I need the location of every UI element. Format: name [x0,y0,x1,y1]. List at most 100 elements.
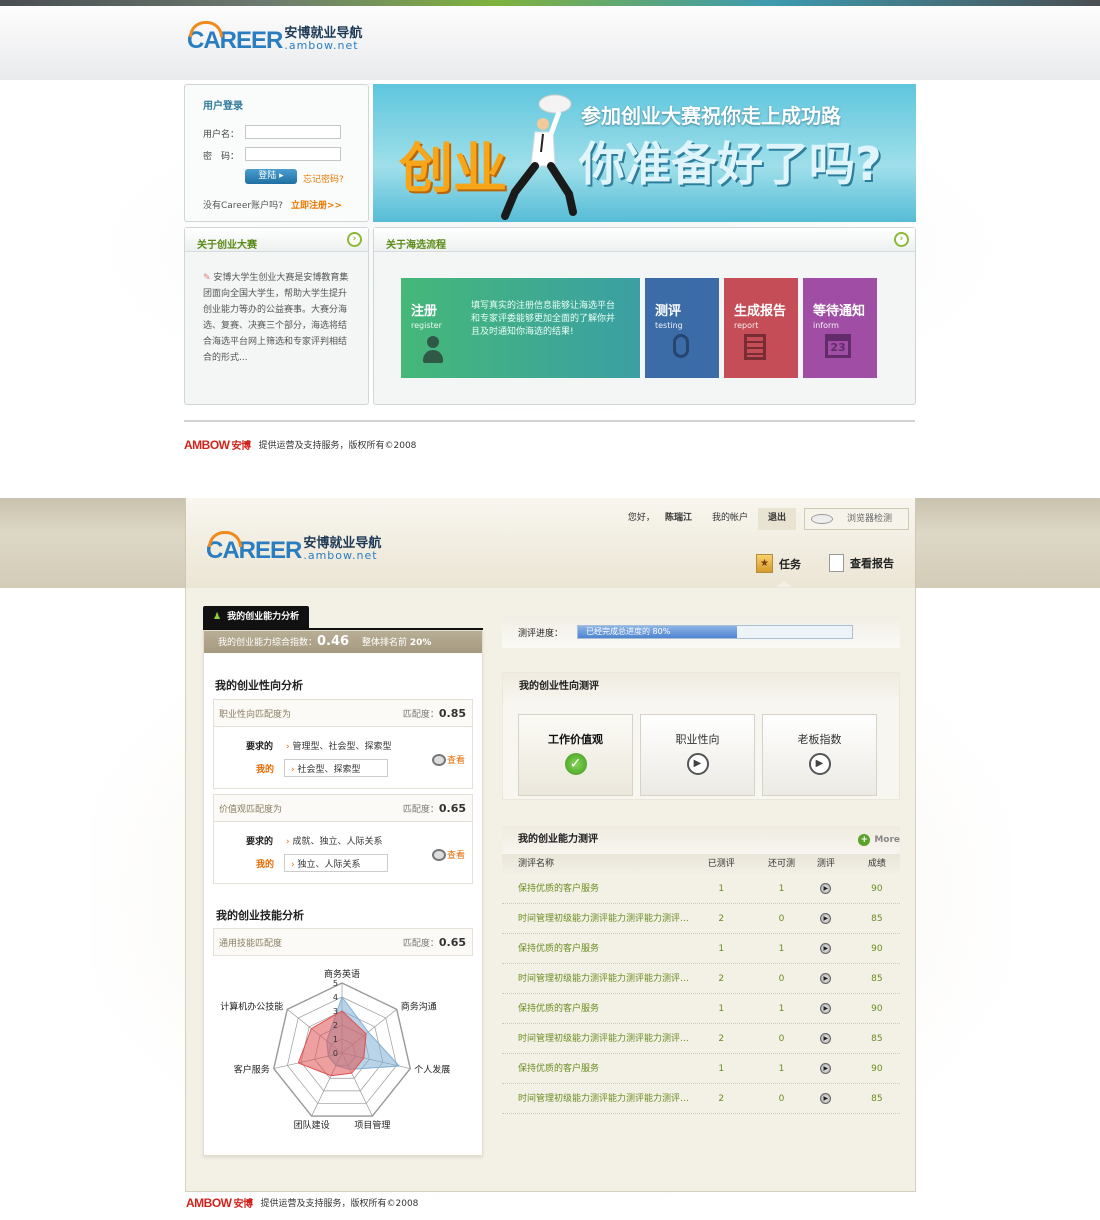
about-contest-body: ✎ 安博大学生创业大赛是安博教育集团面向全国大学生，帮助大学生提升创业能力等办的… [203,273,349,363]
values-block: 价值观匹配度为 匹配度：0.65 要求的 › 成就、独立、人际关系 我的 › 独立… [213,794,473,884]
banner-headline: 参加创业大赛祝你走上成功路 [581,104,841,128]
skill-radar-chart: 0 1 2 3 4 5商务英语商务沟通个人发展项目管理 团队建设 客户服务 计算机办公技能 [220,968,450,1131]
test-name[interactable]: 时间管理初级能力测评能力测评能力测评习惯... [502,904,693,933]
step-register[interactable]: 注册 register 填写真实的注册信息能够让海选平台和专家评委能够更加全面的… [401,278,640,378]
nav-task-tab[interactable]: ★ 任务 [756,554,801,573]
test-name[interactable]: 保持优质的客户服务 [502,934,693,963]
score: 85 [871,1094,883,1104]
remaining-count: 0 [778,974,785,984]
radar-category-label: 计算机办公技能 [220,1000,283,1012]
test-name[interactable]: 时间管理初级能力测评能力测评能力测评习惯... [502,964,693,993]
register-now-link[interactable]: 立即注册>> [291,198,342,211]
skill-analysis-title: 我的创业技能分析 [216,909,304,922]
table-row[interactable]: 保持优质的客户服务 1 1 ▶ 90 [502,1054,900,1084]
score: 90 [871,1004,883,1014]
user-icon [423,336,443,366]
table-row[interactable]: 时间管理初级能力测评能力测评能力测评习惯... 2 0 ▶ 85 [502,1084,900,1114]
orientation-analysis-title: 我的创业性向分析 [215,679,303,692]
view-button[interactable]: 查看 [432,848,465,861]
table-row[interactable]: 时间管理初级能力测评能力测评能力测评习惯... 2 0 ▶ 85 [502,964,900,994]
analysis-card: 我的创业能力综合指数：0.46 整体排名前 20% 我的创业性向分析 职业性向匹… [203,630,483,1156]
my-account-link[interactable]: 我的帐户 [702,508,758,530]
username-input[interactable] [245,125,341,139]
overall-score-bar: 我的创业能力综合指数：0.46 整体排名前 20% [204,631,482,653]
start-test-icon[interactable]: ▶ [820,973,832,984]
test-career-orientation[interactable]: 职业性向 ▶ [640,714,755,796]
step-report[interactable]: 生成报告 report [724,278,798,378]
table-row[interactable]: 时间管理初级能力测评能力测评能力测评习惯... 2 0 ▶ 85 [502,904,900,934]
contest-banner[interactable]: 参加创业大赛祝你走上成功路 创业 你准备好了吗? [373,84,916,222]
dashboard-logo-mark: CAREER [206,531,302,563]
tested-count: 1 [718,944,725,954]
tested-count: 2 [718,974,725,984]
start-test-icon[interactable]: ▶ [820,943,832,954]
about-contest-panel: 关于创业大赛 › ✎ 安博大学生创业大赛是安博教育集团面向全国大学生，帮助大学生提… [184,227,369,405]
password-label: 密 码： [203,152,240,162]
career-logo[interactable]: CAREER 安博就业导航 .ambow.net [187,21,362,53]
test-boss-index[interactable]: 老板指数 ▶ [762,714,877,796]
password-input[interactable] [245,147,341,161]
start-test-icon[interactable]: ▶ [820,883,832,894]
top-header [0,6,1100,80]
analysis-tab[interactable]: ♟ 我的创业能力分析 [203,606,310,628]
ability-table-header: 测评名称 已测评 还可测 测评 成绩 [502,854,900,874]
process-more-arrow-icon[interactable]: › [894,232,909,247]
score: 85 [871,1034,883,1044]
bottom-footer: AMBOW 安博 提供运营及支持服务，版权所有©2008 [186,1195,418,1210]
required-types: › 管理型、社会型、探索型 [286,742,392,752]
login-title: 用户登录 [203,101,243,112]
step-testing[interactable]: 测评 testing [645,278,719,378]
radar-tick-label: 1 [333,1035,338,1044]
test-name[interactable]: 保持优质的客户服务 [502,1054,693,1083]
start-test-icon[interactable]: ▶ [820,1093,832,1104]
browser-check-button[interactable]: 浏览器检测 [803,508,909,530]
start-test-icon[interactable]: ▶ [820,1063,832,1074]
test-name[interactable]: 时间管理初级能力测评能力测评能力测评习惯... [502,1024,693,1053]
test-name[interactable]: 时间管理初级能力测评能力测评能力测评习惯... [502,1084,693,1113]
score: 90 [871,1064,883,1074]
about-more-arrow-icon[interactable]: › [347,232,362,247]
process-panel: 关于海选流程 › 注册 register 填写真实的注册信息能够让海选平台和专家评… [373,227,916,405]
test-name[interactable]: 保持优质的客户服务 [502,874,693,903]
test-name[interactable]: 保持优质的客户服务 [502,994,693,1023]
magnifier-icon [432,848,446,861]
assessment-progress: 测评进度： 已经完成总进度的 80% [502,616,900,648]
remaining-count: 0 [778,1094,785,1104]
login-button[interactable]: 登陆 ▸ [245,169,297,184]
match-row: 职业性向匹配度为 匹配度：0.85 [213,699,473,727]
step-inform[interactable]: 等待通知 inform 23 [803,278,877,378]
dashboard-career-logo[interactable]: CAREER 安博就业导航 .ambow.net [206,531,381,563]
user-bar: 您好， 陈瑞江 我的帐户 退出 浏览器检测 [608,508,909,530]
process-steps: 注册 register 填写真实的注册信息能够让海选平台和专家评委能够更加全面的… [401,278,877,378]
ability-test-title: 我的创业能力测评 + More [502,826,900,854]
no-account-text: 没有Career账户吗? [203,201,283,211]
table-row[interactable]: 保持优质的客户服务 1 1 ▶ 90 [502,874,900,904]
dashboard-header: 您好， 陈瑞江 我的帐户 退出 浏览器检测 CAREER 安博就业导航 .ambo… [185,498,916,588]
test-work-values[interactable]: 工作价值观 ✓ [518,714,633,796]
nav-report-tab[interactable]: 查看报告 [829,554,894,572]
radar-category-label: 项目管理 [354,1119,390,1131]
ambow-logo: AMBOW 安博 [186,1196,253,1210]
logout-button[interactable]: 退出 [757,508,796,530]
jumping-man-figure [501,94,577,220]
table-row[interactable]: 时间管理初级能力测评能力测评能力测评习惯... 2 0 ▶ 85 [502,1024,900,1054]
score: 85 [871,914,883,924]
start-test-icon[interactable]: ▶ [820,1033,832,1044]
active-tab-pointer [777,580,791,587]
table-row[interactable]: 保持优质的客户服务 1 1 ▶ 90 [502,934,900,964]
table-row[interactable]: 保持优质的客户服务 1 1 ▶ 90 [502,994,900,1024]
tested-count: 2 [718,1034,725,1044]
tested-count: 1 [718,884,725,894]
start-test-icon[interactable]: ▶ [820,913,832,924]
username-label: 用户名： [203,130,240,140]
forgot-password-link[interactable]: 忘记密码? [303,172,344,185]
overall-score: 0.46 [317,634,350,649]
remaining-count: 0 [778,1034,785,1044]
overall-rank: 20% [409,638,432,648]
general-skill-match-row: 通用技能匹配度 匹配度：0.65 [213,928,473,956]
view-button[interactable]: 查看 [432,753,465,766]
plus-icon: + [858,834,871,846]
more-link[interactable]: + More [858,826,900,854]
start-test-icon[interactable]: ▶ [820,1003,832,1014]
career-logo-mark: CAREER [187,21,283,53]
